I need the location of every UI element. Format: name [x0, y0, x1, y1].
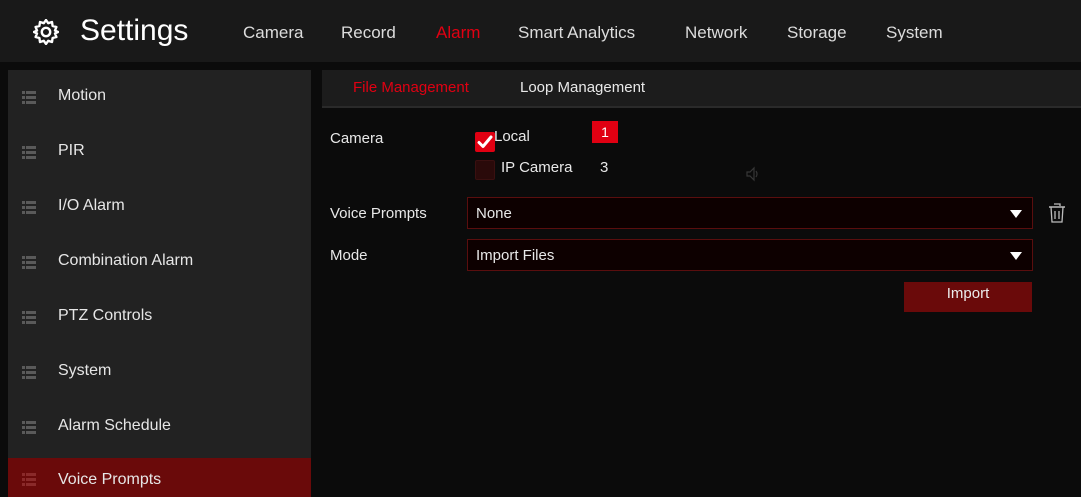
ip-camera-count: 3: [600, 159, 609, 176]
tab-camera[interactable]: Camera: [243, 23, 303, 43]
sidebar-item-label: PIR: [58, 142, 85, 159]
tab-smart-analytics[interactable]: Smart Analytics: [518, 23, 635, 43]
tab-storage[interactable]: Storage: [787, 23, 847, 43]
list-icon: [22, 201, 36, 214]
sidebar-item-alarm-schedule[interactable]: Alarm Schedule: [8, 400, 311, 455]
camera-label: Camera: [330, 130, 384, 147]
sidebar-item-label: Voice Prompts: [58, 471, 162, 488]
mode-select[interactable]: Import Files: [467, 239, 1033, 271]
list-icon: [22, 256, 36, 269]
sidebar-item-label: Combination Alarm: [58, 252, 194, 269]
sidebar-item-label: I/O Alarm: [58, 197, 125, 214]
local-label: Local: [494, 128, 530, 145]
ip-camera-label: IP Camera: [501, 159, 573, 176]
tab-file-management[interactable]: File Management: [353, 79, 469, 96]
local-count-badge: 1: [592, 121, 618, 143]
list-icon: [22, 366, 36, 379]
sidebar: Motion PIR I/O Alarm Combination Alarm P…: [8, 70, 311, 497]
gear-icon: [32, 18, 60, 46]
main-content: File Management Loop Management Camera L…: [322, 70, 1081, 497]
ip-camera-checkbox[interactable]: [475, 160, 495, 180]
sidebar-item-voice-prompts[interactable]: Voice Prompts: [8, 458, 311, 497]
tab-network[interactable]: Network: [685, 23, 747, 43]
chevron-down-icon: [1010, 252, 1022, 260]
mode-value: Import Files: [476, 247, 555, 264]
sidebar-item-motion[interactable]: Motion: [8, 70, 311, 125]
sidebar-item-ptz-controls[interactable]: PTZ Controls: [8, 290, 311, 345]
sidebar-item-system[interactable]: System: [8, 345, 311, 400]
tab-system[interactable]: System: [886, 23, 943, 43]
top-bar: Settings Camera Record Alarm Smart Analy…: [0, 0, 1081, 62]
list-icon: [22, 473, 36, 486]
sidebar-item-io-alarm[interactable]: I/O Alarm: [8, 180, 311, 235]
import-button[interactable]: Import: [904, 282, 1032, 312]
page-title: Settings: [80, 14, 189, 47]
sidebar-item-label: Motion: [58, 87, 107, 104]
tab-alarm[interactable]: Alarm: [436, 23, 480, 43]
tab-record[interactable]: Record: [341, 23, 396, 43]
speaker-icon: [745, 166, 761, 187]
list-icon: [22, 421, 36, 434]
local-checkbox[interactable]: [475, 132, 495, 152]
list-icon: [22, 311, 36, 324]
voice-prompts-value: None: [476, 205, 512, 222]
chevron-down-icon: [1010, 210, 1022, 218]
sub-tabs: File Management Loop Management: [322, 70, 1081, 108]
list-icon: [22, 146, 36, 159]
sidebar-item-label: PTZ Controls: [58, 307, 153, 324]
sidebar-item-pir[interactable]: PIR: [8, 125, 311, 180]
voice-prompts-select[interactable]: None: [467, 197, 1033, 229]
trash-icon[interactable]: [1048, 203, 1066, 228]
mode-label: Mode: [330, 247, 368, 264]
sidebar-item-label: Alarm Schedule: [58, 417, 171, 434]
sidebar-item-combination-alarm[interactable]: Combination Alarm: [8, 235, 311, 290]
list-icon: [22, 91, 36, 104]
voice-prompts-label: Voice Prompts: [330, 205, 427, 222]
tab-loop-management[interactable]: Loop Management: [520, 79, 645, 96]
sidebar-item-label: System: [58, 362, 112, 379]
